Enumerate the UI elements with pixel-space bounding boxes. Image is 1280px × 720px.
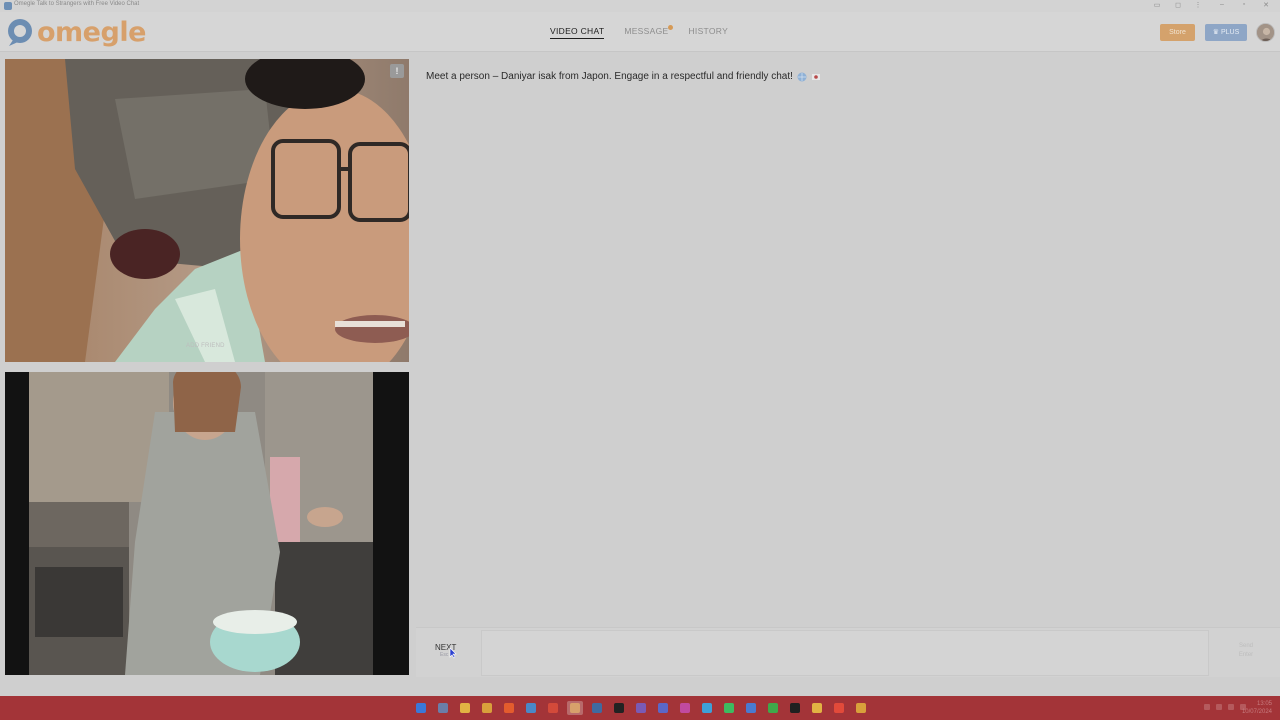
chrome-icon-glyph	[482, 703, 492, 713]
site-header: omegle VIDEO CHAT MESSAGE HISTORY Store …	[0, 12, 1280, 52]
taskbar-apps	[413, 701, 869, 715]
brave-icon[interactable]	[501, 701, 517, 715]
send-button[interactable]: Send Enter	[1231, 642, 1261, 660]
omegle-app-icon-glyph	[570, 703, 580, 713]
maximize-icon[interactable]: ▫	[1238, 1, 1250, 8]
video-editor-icon-glyph	[548, 703, 558, 713]
omegle-logo-icon	[8, 19, 32, 46]
teams-icon[interactable]	[655, 701, 671, 715]
obs-icon[interactable]	[633, 701, 649, 715]
k-app-icon[interactable]	[831, 701, 847, 715]
whatsapp-icon-glyph	[724, 703, 734, 713]
telegram-icon[interactable]	[699, 701, 715, 715]
teams-icon-glyph	[658, 703, 668, 713]
system-tray	[1204, 704, 1246, 710]
intro-text: Meet a person – Daniyar isak from Japon.…	[426, 71, 793, 82]
windows-taskbar: 13:05 10/07/2024	[0, 696, 1280, 720]
report-button[interactable]: !	[390, 64, 404, 78]
notification-dot	[668, 25, 674, 30]
nav-message[interactable]: MESSAGE	[624, 25, 674, 39]
app-icon	[4, 2, 12, 10]
tray-volume-icon[interactable]	[1228, 704, 1234, 710]
logo-text: omegle	[37, 16, 146, 48]
avatar-icon	[1257, 24, 1274, 41]
windows-start-icon[interactable]	[413, 701, 429, 715]
task-view-icon[interactable]	[435, 701, 451, 715]
window-title: Omegle Talk to Strangers with Free Video…	[14, 1, 140, 7]
flag-icon	[811, 73, 820, 80]
whatsapp-icon[interactable]	[721, 701, 737, 715]
task-view-icon-glyph	[438, 703, 448, 713]
app-icon[interactable]	[743, 701, 759, 715]
file-explorer-icon-glyph	[460, 703, 470, 713]
play-icon[interactable]	[765, 701, 781, 715]
clock-date: 10/07/2024	[1241, 709, 1272, 715]
nav-history[interactable]: HISTORY	[688, 26, 728, 39]
steam-icon[interactable]	[589, 701, 605, 715]
add-friend-button[interactable]: ADD FRIEND	[186, 343, 225, 349]
self-video	[5, 372, 409, 675]
window-titlebar: Omegle Talk to Strangers with Free Video…	[0, 0, 1280, 12]
user-avatar[interactable]	[1256, 23, 1275, 42]
folder-icon[interactable]	[809, 701, 825, 715]
chrome-canary-icon[interactable]	[853, 701, 869, 715]
omegle-logo[interactable]: omegle	[5, 16, 146, 48]
instagram-icon[interactable]	[677, 701, 693, 715]
chrome-icon[interactable]	[479, 701, 495, 715]
chrome-canary-icon-glyph	[856, 703, 866, 713]
send-label: Send	[1238, 643, 1253, 649]
more-options-icon[interactable]: ⋮	[1192, 1, 1204, 9]
video-editor-icon[interactable]	[545, 701, 561, 715]
play-icon-glyph	[768, 703, 778, 713]
app-icon-glyph	[746, 703, 756, 713]
tray-chevron-icon[interactable]	[1204, 704, 1210, 710]
vpn-icon-glyph	[526, 703, 536, 713]
chat-intro-message: Meet a person – Daniyar isak from Japon.…	[426, 71, 821, 82]
chat-input-bar: NEXT Esc Send Enter	[416, 627, 1280, 677]
main-nav: VIDEO CHAT MESSAGE HISTORY	[550, 25, 748, 39]
send-hint: Enter	[1238, 652, 1254, 658]
omegle-app-icon[interactable]	[567, 701, 583, 715]
nav-video-chat[interactable]: VIDEO CHAT	[550, 26, 605, 39]
cast-icon[interactable]: ▭	[1151, 1, 1163, 9]
extension-icon[interactable]: ◻	[1172, 1, 1184, 9]
nav-message-label: MESSAGE	[624, 26, 669, 36]
steam-icon-glyph	[592, 703, 602, 713]
self-video-frame	[5, 372, 409, 675]
vpn-icon[interactable]	[523, 701, 539, 715]
store-button[interactable]: Store	[1160, 24, 1195, 41]
mouse-cursor-icon	[449, 647, 457, 659]
brave-icon-glyph	[504, 703, 514, 713]
plus-button[interactable]: ♛ PLUS	[1205, 24, 1247, 41]
instagram-icon-glyph	[680, 703, 690, 713]
tiktok-icon-glyph	[790, 703, 800, 713]
tray-network-icon[interactable]	[1216, 704, 1222, 710]
tiktok-icon[interactable]	[787, 701, 803, 715]
message-input[interactable]	[481, 630, 1209, 676]
minimize-icon[interactable]: –	[1216, 1, 1228, 8]
clock-time: 13:05	[1256, 701, 1272, 707]
telegram-icon-glyph	[702, 703, 712, 713]
taskbar-clock[interactable]: 13:05 10/07/2024	[1242, 700, 1272, 716]
globe-icon	[797, 72, 807, 81]
k-app-icon-glyph	[834, 703, 844, 713]
folder-icon-glyph	[812, 703, 822, 713]
file-explorer-icon[interactable]	[457, 701, 473, 715]
close-icon[interactable]: ✕	[1260, 1, 1272, 9]
stranger-video-frame	[5, 59, 409, 362]
obs-icon-glyph	[636, 703, 646, 713]
windows-start-icon-glyph	[416, 703, 426, 713]
stranger-video: ! ADD FRIEND	[5, 59, 409, 362]
capcut-icon[interactable]	[611, 701, 627, 715]
capcut-icon-glyph	[614, 703, 624, 713]
next-button[interactable]: NEXT Esc	[426, 641, 468, 663]
